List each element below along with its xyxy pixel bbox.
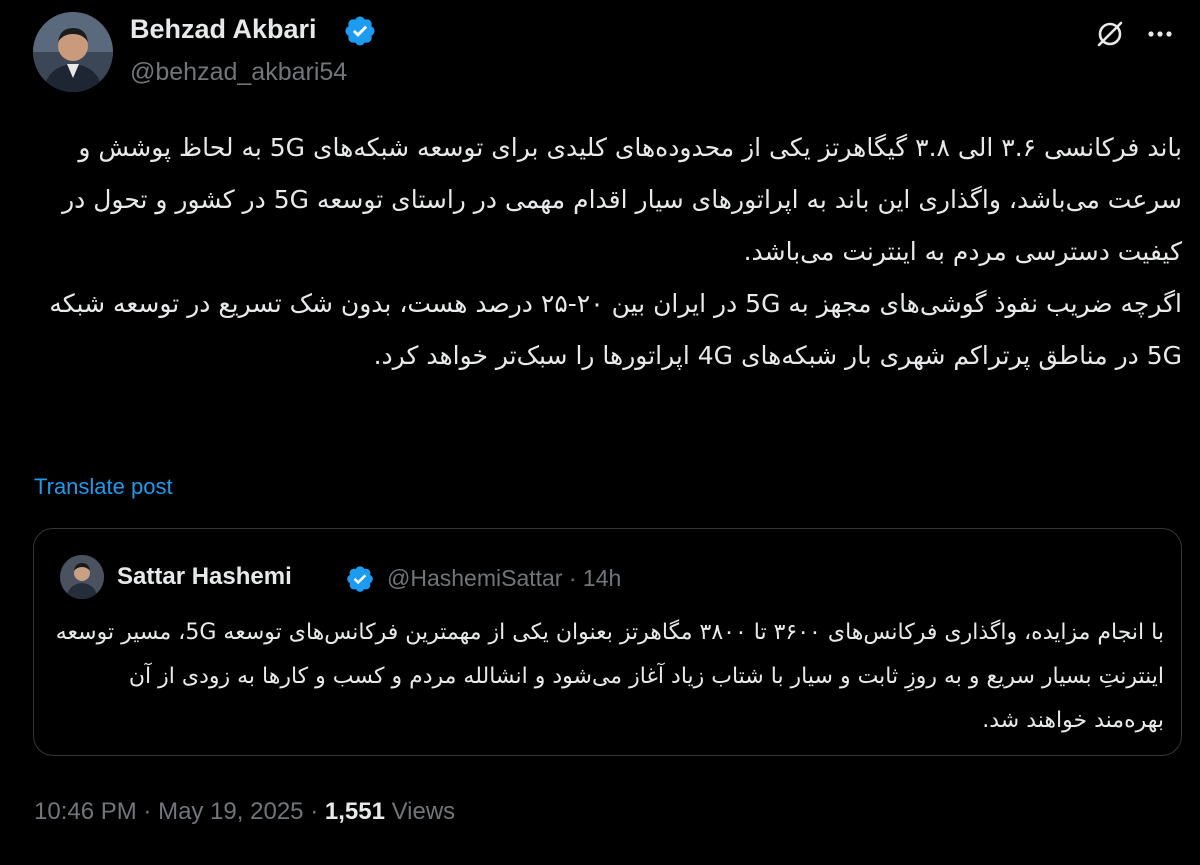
quoted-author-name[interactable]: Sattar Hashemi: [117, 563, 292, 591]
author-avatar[interactable]: [33, 12, 113, 92]
grok-icon[interactable]: [1092, 16, 1128, 52]
quoted-post-text: با انجام مزایده، واگذاری فرکانس‌های ۳۶۰۰…: [55, 620, 1164, 733]
quoted-author-avatar[interactable]: [60, 555, 104, 599]
post-footer: 10:46 PM · May 19, 2025 · 1,551 Views: [34, 798, 455, 826]
quoted-post-time[interactable]: 14h: [583, 565, 621, 591]
footer-separator: ·: [310, 798, 319, 825]
views-label: Views: [391, 798, 456, 825]
verified-badge-icon: [345, 16, 375, 46]
tweet-paragraph: اگرچه ضریب نفوذ گوشی‌های مجهز به 5G در ا…: [49, 289, 1182, 370]
translate-post-link[interactable]: Translate post: [34, 474, 173, 500]
quoted-post[interactable]: Sattar Hashemi @HashemiSattar · 14h با ا…: [33, 528, 1182, 756]
tweet-paragraph: باند فرکانسی ۳.۶ الی ۳.۸ گیگاهرتز یکی از…: [62, 133, 1182, 266]
post-time[interactable]: 10:46 PM: [34, 798, 137, 825]
more-horizontal-icon[interactable]: [1142, 16, 1178, 52]
meta-separator: ·: [568, 565, 577, 591]
verified-badge-icon: [347, 566, 373, 592]
footer-separator: ·: [143, 798, 152, 825]
quoted-post-meta: @HashemiSattar · 14h: [387, 565, 621, 592]
post-date[interactable]: May 19, 2025: [158, 798, 303, 825]
author-name[interactable]: Behzad Akbari: [130, 14, 317, 45]
quoted-author-handle[interactable]: @HashemiSattar: [387, 565, 562, 591]
tweet-text: باند فرکانسی ۳.۶ الی ۳.۸ گیگاهرتز یکی از…: [30, 122, 1182, 382]
author-handle[interactable]: @behzad_akbari54: [130, 58, 347, 87]
views-count: 1,551: [324, 798, 385, 825]
